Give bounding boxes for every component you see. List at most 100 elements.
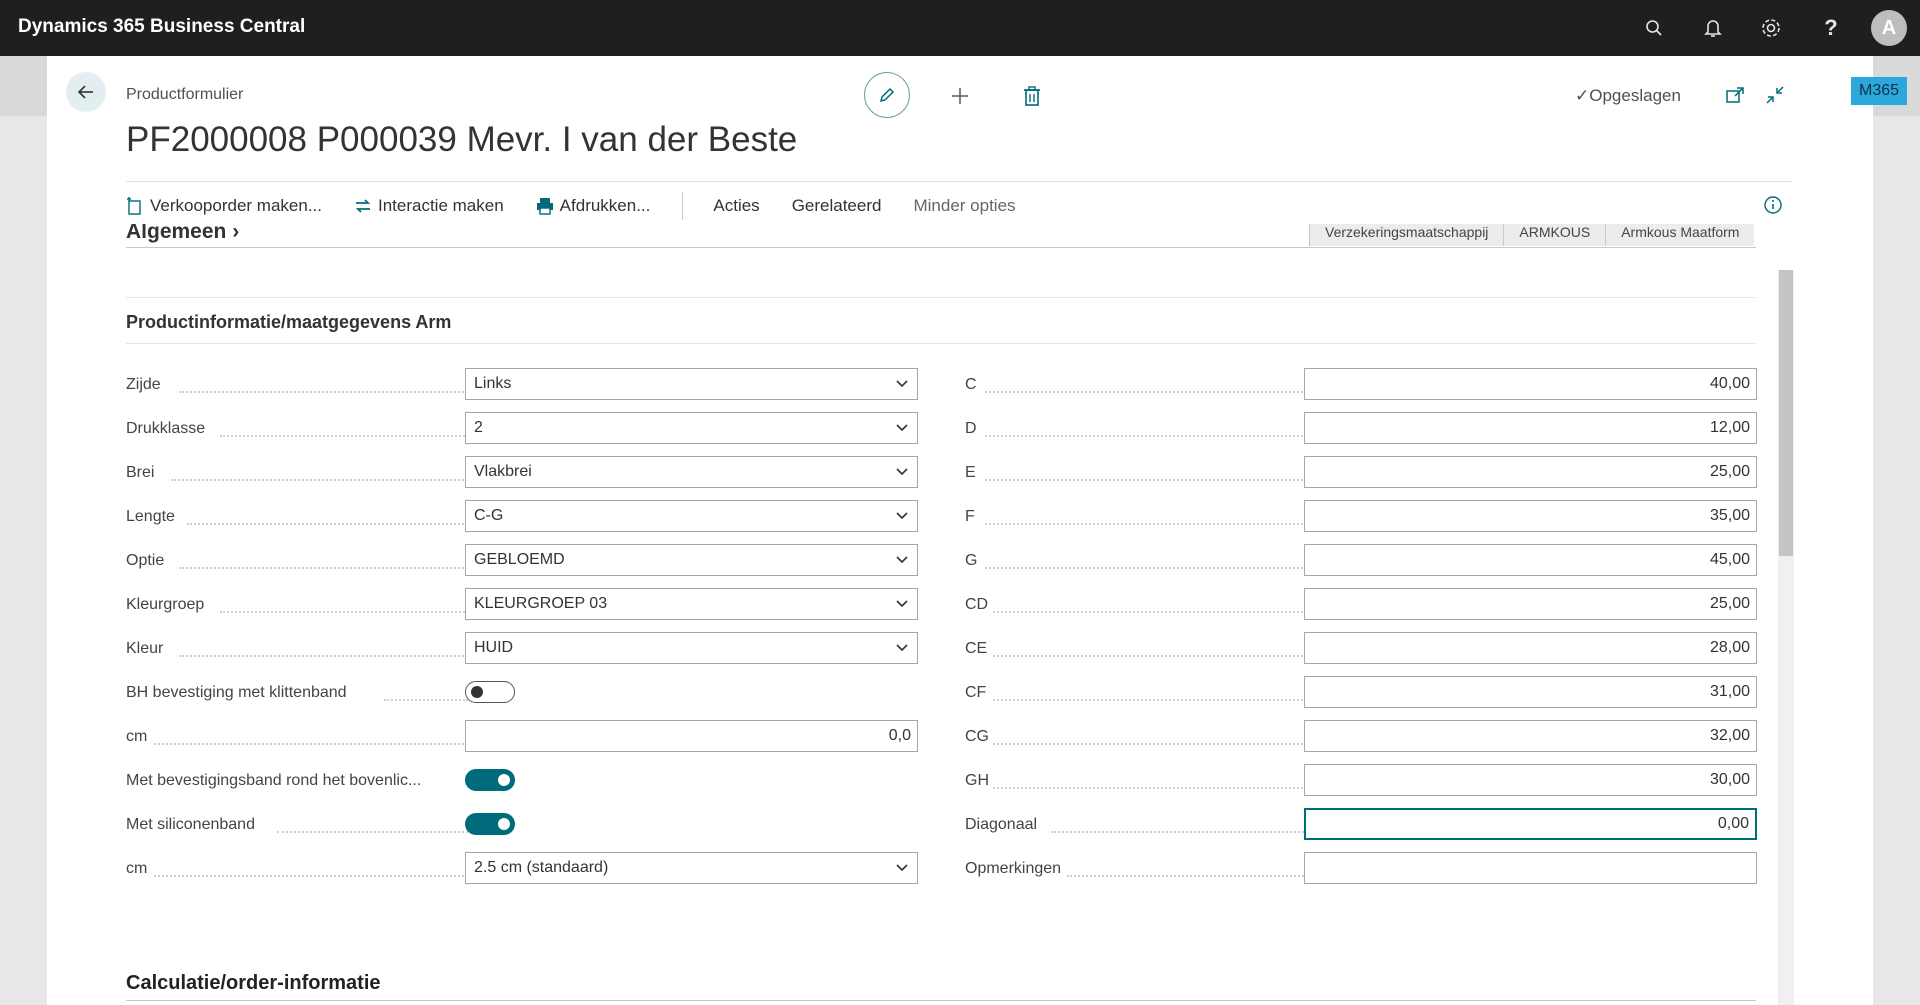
select-field[interactable]: KLEURGROEP 03: [465, 588, 918, 620]
toggle-switch[interactable]: [465, 681, 515, 703]
leader-dots: [985, 433, 1307, 437]
tab-verzekeringsmaatschappij[interactable]: Verzekeringsmaatschappij: [1309, 224, 1504, 246]
open-new-window-button[interactable]: [1722, 82, 1748, 108]
search-icon[interactable]: [1640, 14, 1668, 42]
select-field[interactable]: 2: [465, 412, 918, 444]
interaction-icon: [355, 199, 371, 213]
field-row-8: cm 0,0: [126, 720, 918, 754]
help-icon[interactable]: ?: [1817, 14, 1845, 42]
info-icon[interactable]: [1763, 195, 1783, 220]
leader-dots: [154, 741, 468, 745]
edit-button[interactable]: [864, 72, 910, 118]
action-bar: Verkooporder maken... Interactie maken A…: [126, 192, 1048, 220]
leader-dots: [220, 433, 468, 437]
field-label: CD: [965, 596, 989, 613]
field-label: CF: [965, 684, 987, 701]
section-title[interactable]: Productinformatie/maatgegevens Arm: [126, 312, 451, 333]
trash-icon: [1024, 86, 1040, 106]
measure-input[interactable]: 45,00: [1304, 544, 1757, 576]
toggle-switch[interactable]: [465, 769, 515, 791]
measure-input[interactable]: 0,00: [1304, 808, 1757, 840]
interactie-maken-button[interactable]: Interactie maken: [354, 196, 504, 216]
section-title-calculatie[interactable]: Calculatie/order-informatie: [126, 972, 381, 995]
algemeen-factboxes: Verzekeringsmaatschappij ARMKOUS Armkous…: [1309, 224, 1755, 246]
select-field[interactable]: HUID: [465, 632, 918, 664]
new-button[interactable]: [946, 82, 974, 110]
measure-input[interactable]: 35,00: [1304, 500, 1757, 532]
measure-input[interactable]: 12,00: [1304, 412, 1757, 444]
divider: [126, 181, 1793, 182]
delete-button[interactable]: [1018, 82, 1046, 110]
select-field[interactable]: Vlakbrei: [465, 456, 918, 488]
measure-input[interactable]: 32,00: [1304, 720, 1757, 752]
acties-menu[interactable]: Acties: [713, 196, 759, 216]
m365-badge[interactable]: M365: [1851, 77, 1907, 105]
measure-input[interactable]: 25,00: [1304, 456, 1757, 488]
algemeen-title[interactable]: Algemeen ›: [126, 224, 239, 244]
minder-opties-button[interactable]: Minder opties: [913, 196, 1015, 216]
collapse-button[interactable]: [1762, 82, 1788, 108]
field-row-9: Met bevestigingsband rond het bovenlic..…: [126, 764, 918, 798]
leader-dots: [993, 609, 1307, 613]
chevron-down-icon: [895, 641, 909, 660]
tab-armkous-maatform[interactable]: Armkous Maatform: [1605, 224, 1755, 246]
divider: [126, 1000, 1756, 1001]
toggle-switch[interactable]: [465, 813, 515, 835]
leader-dots: [170, 477, 468, 481]
measure-input[interactable]: 28,00: [1304, 632, 1757, 664]
field-label: CG: [965, 728, 989, 745]
select-field[interactable]: Links: [465, 368, 918, 400]
scrollbar-thumb[interactable]: [1779, 270, 1793, 556]
measure-row-9: GH 30,00: [965, 764, 1757, 798]
number-field[interactable]: 0,0: [465, 720, 918, 752]
chevron-right-icon: ›: [232, 224, 240, 243]
field-label: CE: [965, 640, 988, 657]
field-row-1: Drukklasse 2: [126, 412, 918, 446]
field-label: G: [965, 552, 978, 569]
gerelateerd-menu[interactable]: Gerelateerd: [792, 196, 882, 216]
bell-icon[interactable]: [1699, 14, 1727, 42]
divider: [126, 297, 1756, 298]
leader-dots: [985, 565, 1307, 569]
measure-input[interactable]: 31,00: [1304, 676, 1757, 708]
field-row-5: Kleurgroep KLEURGROEP 03: [126, 588, 918, 622]
field-row-10: Met siliconenband: [126, 808, 918, 842]
field-label: Optie: [126, 552, 165, 569]
field-label: Brei: [126, 464, 155, 481]
field-label: Met siliconenband: [126, 816, 255, 833]
field-label: C: [965, 376, 977, 393]
leader-dots: [1067, 873, 1307, 877]
chevron-down-icon: [895, 597, 909, 616]
plus-icon: [952, 88, 968, 104]
field-label: cm: [126, 728, 148, 745]
select-field[interactable]: 2.5 cm (standaard): [465, 852, 918, 884]
breadcrumb: Productformulier: [126, 86, 244, 103]
measure-input[interactable]: 25,00: [1304, 588, 1757, 620]
field-label: cm: [126, 860, 148, 877]
measure-row-2: E 25,00: [965, 456, 1757, 490]
check-icon: ✓: [1575, 86, 1590, 105]
measure-row-5: CD 25,00: [965, 588, 1757, 622]
measure-input[interactable]: [1304, 852, 1757, 884]
select-field[interactable]: C-G: [465, 500, 918, 532]
avatar[interactable]: A: [1871, 10, 1907, 46]
pencil-icon: [879, 87, 895, 103]
verkooporder-maken-button[interactable]: Verkooporder maken...: [126, 196, 322, 216]
tab-armkous[interactable]: ARMKOUS: [1503, 224, 1606, 246]
field-label: Kleur: [126, 640, 164, 657]
measure-input[interactable]: 40,00: [1304, 368, 1757, 400]
measure-input[interactable]: 30,00: [1304, 764, 1757, 796]
saved-status: ✓Opgeslagen: [1575, 86, 1681, 105]
afdrukken-button[interactable]: Afdrukken...: [536, 196, 650, 216]
leader-dots: [179, 653, 468, 657]
app-title: Dynamics 365 Business Central: [18, 16, 306, 37]
measure-row-0: C 40,00: [965, 368, 1757, 402]
field-row-11: cm 2.5 cm (standaard): [126, 852, 918, 886]
leader-dots: [985, 521, 1307, 525]
measure-row-11: Opmerkingen: [965, 852, 1757, 886]
back-button[interactable]: [66, 72, 106, 112]
select-field[interactable]: GEBLOEMD: [465, 544, 918, 576]
gear-icon[interactable]: [1757, 14, 1785, 42]
app-bar: Dynamics 365 Business Central ? A: [0, 0, 1920, 56]
measure-row-7: CF 31,00: [965, 676, 1757, 710]
